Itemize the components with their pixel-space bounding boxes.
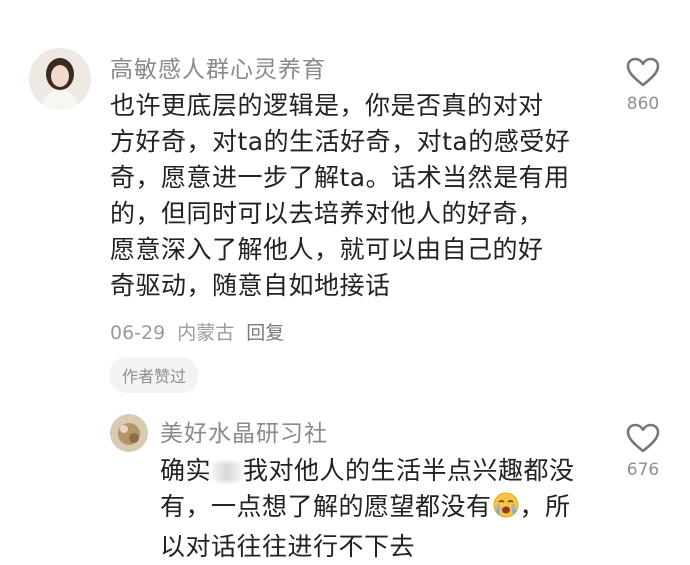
reply-text: 确实 我对他人的生活半点兴趣都没 有，一点想了解的愿望都没有 ，所 以对话往往进行不…: [160, 453, 575, 565]
comment-line: 奇驱动，随意自如地接话: [110, 271, 391, 300]
reply-line: 有，一点想了解的愿望都没有 ，所: [160, 489, 575, 529]
author-liked-badge: 作者赞过: [110, 357, 199, 393]
comment-text: 也许更底层的逻辑是，你是否真的对对 方好奇，对ta的生活好奇，对ta的感受好 奇…: [110, 88, 570, 304]
heart-outline-icon[interactable]: [625, 56, 661, 88]
like-button[interactable]: 676: [613, 422, 673, 480]
like-count: 676: [626, 460, 660, 480]
comment-date: 06-29: [110, 322, 166, 344]
comment-line: 也许更底层的逻辑是，你是否真的对对: [110, 91, 544, 120]
like-count: 860: [626, 94, 660, 114]
comment-location: 内蒙古: [177, 322, 235, 344]
comment-line: 奇，愿意进一步了解ta。话术当然是有用: [110, 163, 570, 192]
reply-button[interactable]: 回复: [246, 322, 284, 344]
crying-face-icon: [492, 491, 520, 529]
comment-line: 方好奇，对ta的生活好奇，对ta的感受好: [110, 127, 571, 156]
avatar[interactable]: [29, 48, 91, 110]
avatar[interactable]: [110, 414, 148, 452]
heart-outline-icon[interactable]: [625, 422, 661, 454]
redacted-text: [213, 462, 242, 482]
comment-username[interactable]: 高敏感人群心灵养育: [110, 50, 326, 84]
comment-meta: 06-29 内蒙古 回复: [110, 318, 296, 345]
comment-line: 愿意深入了解他人，就可以由自己的好: [110, 235, 544, 264]
comment-line: 的，但同时可以去培养对他人的好奇，: [110, 199, 544, 228]
like-button[interactable]: 860: [613, 56, 673, 114]
reply-username[interactable]: 美好水晶研习社: [160, 414, 328, 448]
reply-line: 以对话往往进行不下去: [160, 532, 416, 561]
reply-line: 确实 我对他人的生活半点兴趣都没: [160, 456, 575, 485]
